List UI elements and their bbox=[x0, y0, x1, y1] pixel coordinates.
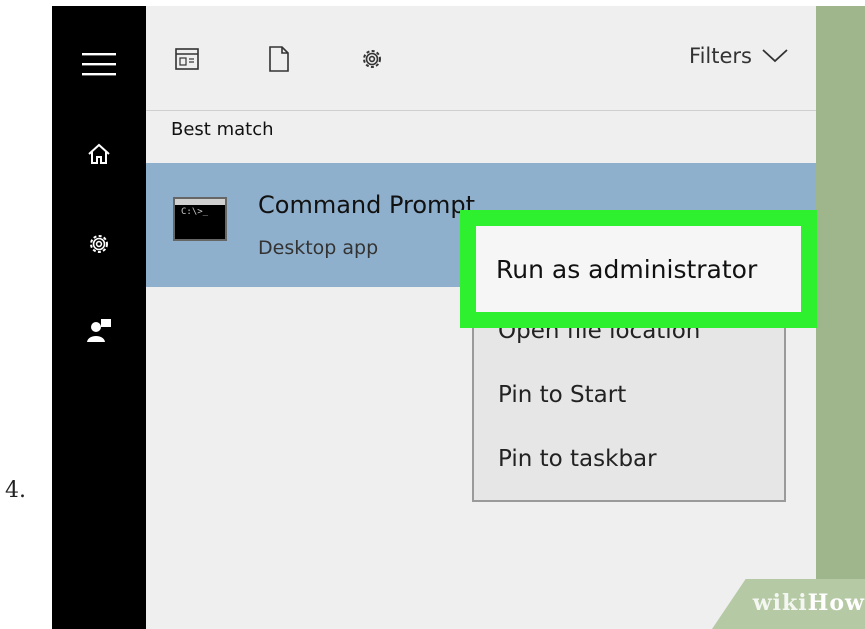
command-prompt-icon: C:\>_ bbox=[173, 197, 227, 241]
highlight-box: Run as administrator bbox=[460, 210, 817, 328]
result-subtitle: Desktop app bbox=[258, 237, 379, 259]
hamburger-menu-icon[interactable] bbox=[74, 44, 124, 84]
home-icon[interactable] bbox=[74, 134, 124, 174]
menu-item-pin-to-taskbar[interactable]: Pin to taskbar bbox=[498, 446, 657, 472]
step-number: 4. bbox=[5, 478, 26, 503]
chevron-down-icon bbox=[762, 44, 788, 68]
search-toolbar: Filters bbox=[146, 6, 816, 110]
document-icon[interactable] bbox=[258, 38, 300, 80]
filters-button[interactable]: Filters bbox=[689, 44, 788, 68]
menu-item-run-as-administrator[interactable]: Run as administrator bbox=[476, 226, 801, 312]
result-title: Command Prompt bbox=[258, 191, 476, 219]
wikihow-watermark: wikiHow bbox=[752, 590, 865, 616]
gear-icon[interactable] bbox=[74, 224, 124, 264]
menu-item-pin-to-start[interactable]: Pin to Start bbox=[498, 382, 626, 408]
background-strip bbox=[816, 6, 865, 629]
user-feedback-icon[interactable] bbox=[74, 310, 124, 350]
run-as-administrator-label: Run as administrator bbox=[496, 254, 758, 284]
sidebar bbox=[52, 6, 146, 629]
toolbar-divider bbox=[146, 110, 816, 111]
gear-icon[interactable] bbox=[351, 38, 393, 80]
filters-label: Filters bbox=[689, 44, 752, 68]
best-match-heading: Best match bbox=[171, 119, 274, 140]
command-prompt-icon-text: C:\>_ bbox=[181, 207, 209, 217]
search-window: Filters Best match C:\>_ Command Prompt … bbox=[52, 6, 865, 629]
apps-view-icon[interactable] bbox=[166, 38, 208, 80]
